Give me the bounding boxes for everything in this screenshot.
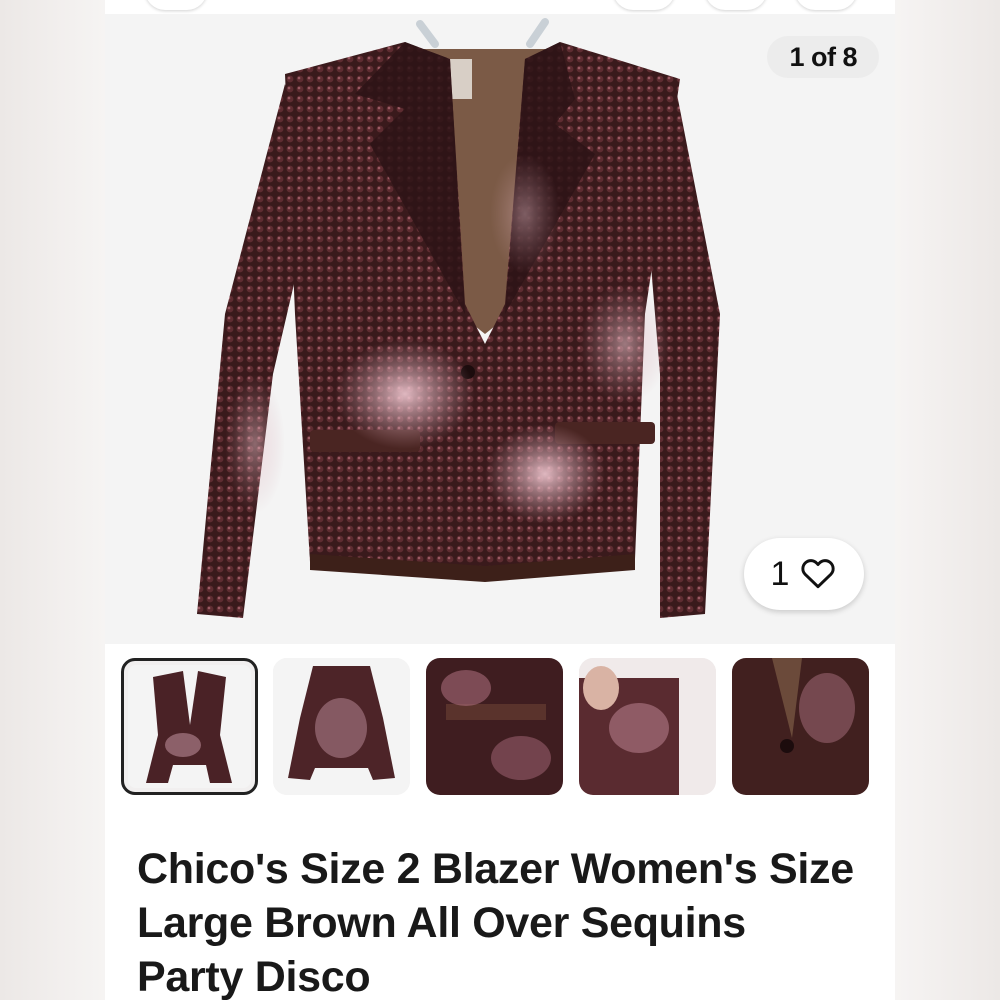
like-count: 1 [770,554,790,593]
back-button[interactable] [145,0,207,10]
thumbnail-4[interactable] [579,658,716,795]
like-button[interactable]: 1 [744,538,864,610]
search-button[interactable] [705,0,767,10]
heart-outline-icon [799,555,837,594]
listing-title: Chico's Size 2 Blazer Women's Size Large… [137,845,854,1000]
more-button[interactable] [795,0,857,10]
main-product-image[interactable]: 1 of 8 1 [105,14,895,644]
background-right [895,0,1000,1000]
share-button[interactable] [613,0,675,10]
thumbnail-3[interactable] [426,658,563,795]
image-counter: 1 of 8 [767,36,879,78]
thumbnail-1[interactable] [121,658,258,795]
thumbnail-2[interactable] [273,658,410,795]
top-bar [105,0,895,14]
background-left [0,0,105,1000]
thumbnail-5[interactable] [732,658,869,795]
listing-screen: 1 of 8 1 Chico's Size 2 Blazer Women's S… [105,0,895,1000]
thumbnail-strip [121,658,881,798]
